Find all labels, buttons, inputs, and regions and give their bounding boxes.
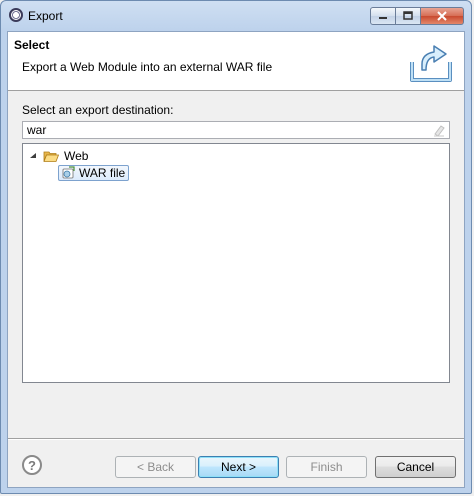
folder-open-icon — [43, 151, 59, 162]
maximize-button[interactable] — [396, 7, 421, 25]
next-button[interactable]: Next > — [198, 456, 279, 478]
war-file-item[interactable]: WAR file — [58, 165, 130, 181]
button-bar-divider — [8, 438, 464, 440]
close-button[interactable] — [421, 7, 464, 25]
page-description: Export a Web Module into an external WAR… — [22, 60, 273, 74]
caption-buttons — [370, 7, 464, 25]
minimize-icon — [379, 17, 387, 19]
export-dialog: Export Select Export a Web Module into a… — [0, 0, 472, 494]
minimize-button[interactable] — [370, 7, 396, 25]
maximize-icon — [403, 11, 413, 20]
title-bar[interactable]: Export — [1, 1, 471, 31]
page-title: Select — [14, 38, 50, 52]
tree-label-web: Web — [64, 149, 89, 163]
tree-row-war-file[interactable]: WAR file — [58, 165, 130, 181]
close-icon — [437, 11, 447, 21]
filter-input[interactable]: war — [22, 121, 450, 139]
tree-row-web[interactable]: Web — [29, 148, 88, 164]
clear-filter-icon[interactable] — [432, 123, 446, 137]
filter-value: war — [27, 123, 47, 137]
destination-label: Select an export destination: — [22, 103, 174, 117]
expanded-arrow-icon[interactable] — [29, 152, 37, 160]
destination-tree[interactable]: Web WAR file — [22, 143, 450, 383]
wizard-header: Select Export a Web Module into an exter… — [8, 32, 464, 91]
dialog-client: Select Export a Web Module into an exter… — [7, 31, 465, 488]
tree-label-war-file: WAR file — [79, 166, 126, 180]
export-wizard-icon — [410, 45, 452, 82]
back-button[interactable]: < Back — [115, 456, 196, 478]
help-button[interactable]: ? — [22, 455, 42, 475]
war-file-icon — [62, 166, 75, 179]
window-title: Export — [28, 9, 63, 23]
eclipse-icon — [9, 8, 23, 22]
cancel-button[interactable]: Cancel — [375, 456, 456, 478]
help-icon: ? — [28, 457, 36, 473]
finish-button[interactable]: Finish — [286, 456, 367, 478]
